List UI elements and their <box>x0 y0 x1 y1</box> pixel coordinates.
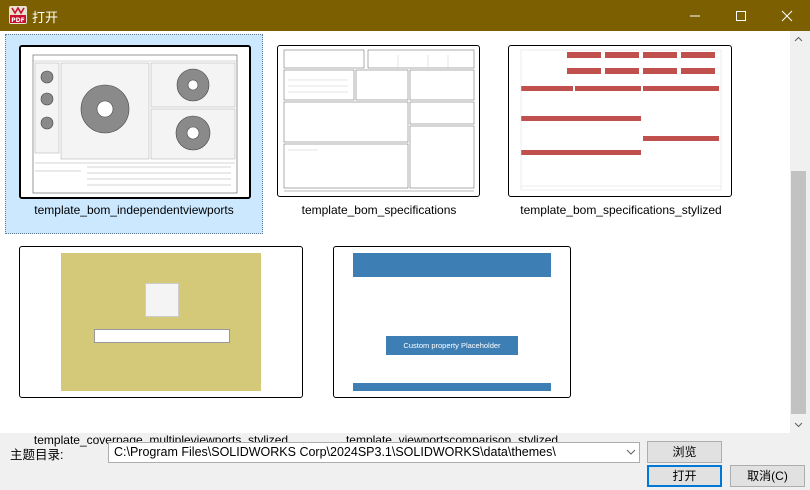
chevron-up-icon <box>794 36 803 42</box>
chevron-down-icon[interactable] <box>626 449 636 456</box>
placeholder-field <box>94 329 230 343</box>
scroll-down-button[interactable] <box>790 416 807 433</box>
svg-text:PDF: PDF <box>11 17 24 24</box>
template-tile[interactable]: template_coverpage_multipleviewports_sty… <box>15 243 307 447</box>
title-bar: PDF 打开 <box>0 0 810 31</box>
scroll-up-button[interactable] <box>790 31 807 48</box>
template-tile[interactable]: Custom property Placeholder template_vie… <box>327 243 577 447</box>
cancel-button[interactable]: 取消(C) <box>730 465 805 487</box>
chevron-down-icon <box>794 422 803 428</box>
minimize-button[interactable] <box>672 0 718 31</box>
scrollbar-thumb[interactable] <box>791 171 806 414</box>
cover-logo-box <box>145 283 179 317</box>
tile-label: template_bom_specifications_stylized <box>520 203 722 217</box>
pdf-app-icon: PDF <box>9 6 27 24</box>
gear-drawing-preview <box>21 47 249 197</box>
stylized-specifications-preview <box>520 49 722 191</box>
template-thumbnail[interactable] <box>19 246 303 398</box>
template-list[interactable]: template_bom_independentviewports templa… <box>0 31 790 447</box>
placeholder-banner: Custom property Placeholder <box>386 336 518 355</box>
header-band <box>353 253 551 277</box>
template-thumbnail[interactable]: Custom property Placeholder <box>333 246 571 398</box>
maximize-button[interactable] <box>718 0 764 31</box>
specifications-preview <box>283 49 475 192</box>
template-tile[interactable]: template_bom_specifications_stylized <box>502 34 740 232</box>
template-tile[interactable]: template_bom_independentviewports <box>5 34 263 234</box>
tile-label: template_bom_specifications <box>301 203 457 217</box>
template-thumbnail[interactable] <box>508 45 732 197</box>
minimize-icon <box>690 15 700 17</box>
maximize-icon <box>736 11 746 21</box>
close-button[interactable] <box>764 0 810 31</box>
open-button[interactable]: 打开 <box>647 465 722 487</box>
footer-band <box>353 383 551 391</box>
template-thumbnail[interactable] <box>19 45 251 199</box>
cover-page-preview <box>61 253 261 391</box>
theme-dir-combobox[interactable]: C:\Program Files\SOLIDWORKS Corp\2024SP3… <box>108 442 640 463</box>
template-thumbnail[interactable] <box>277 45 480 197</box>
browse-button[interactable]: 浏览 <box>647 441 722 463</box>
template-tile[interactable]: template_bom_specifications <box>266 34 492 232</box>
vertical-scrollbar[interactable] <box>790 31 807 433</box>
close-icon <box>781 10 793 22</box>
window-title: 打开 <box>32 10 59 25</box>
viewport-comparison-preview: Custom property Placeholder <box>353 253 551 391</box>
theme-dir-value: C:\Program Files\SOLIDWORKS Corp\2024SP3… <box>114 445 556 459</box>
tile-label: template_bom_independentviewports <box>34 203 234 217</box>
theme-dir-label: 主题目录: <box>10 448 64 462</box>
